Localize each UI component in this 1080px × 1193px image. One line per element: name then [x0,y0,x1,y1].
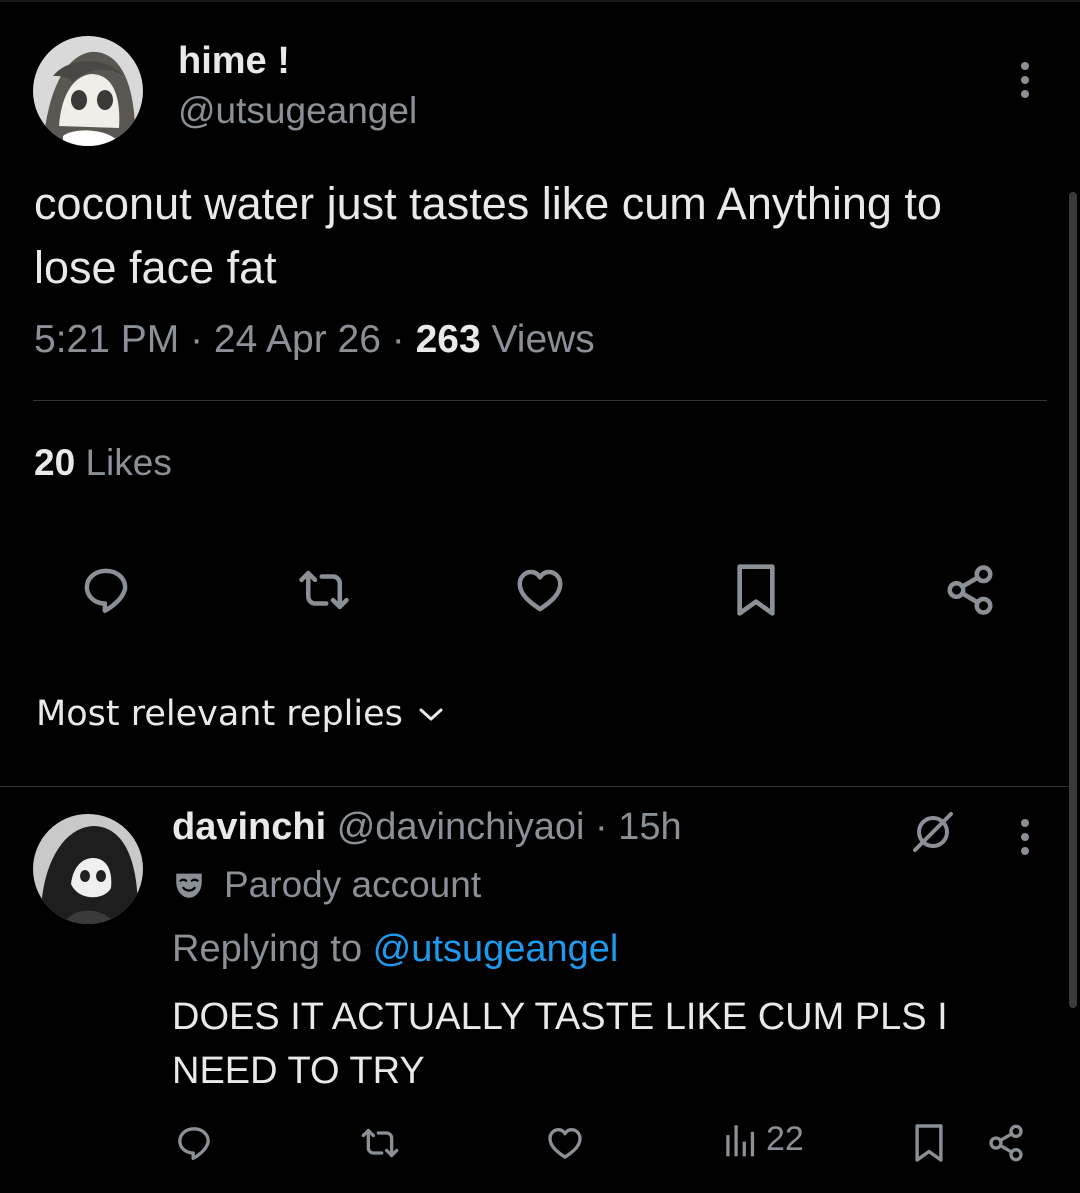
reply-header: davinchi @davinchiyaoi · 15h [172,806,682,849]
meta-separator: · [595,806,619,848]
more-icon[interactable] [1010,55,1040,105]
reply-icon [178,1127,210,1160]
reply-age[interactable]: 15h [618,806,681,848]
divider [33,400,1047,401]
parody-badge: Parody account [172,864,481,906]
reply-views-button[interactable]: 22 [724,1120,804,1159]
author-avatar[interactable] [33,36,143,146]
reply-views-count: 22 [766,1120,804,1158]
author-handle[interactable]: @utsugeangel [178,90,417,132]
tweet-text: coconut water just tastes like cum Anyth… [34,178,942,293]
likes-count: 20 [34,442,76,483]
retweet-icon [299,570,349,610]
replies-sort-dropdown[interactable]: Most relevant replies [36,694,445,734]
share-icon [989,1124,1023,1162]
grok-button[interactable] [908,806,958,858]
like-button[interactable] [510,560,570,620]
meta-separator: · [190,318,214,361]
replies-sort-label: Most relevant replies [36,694,403,734]
replying-handle-link[interactable]: @utsugeangel [373,928,619,970]
reply-text: DOES IT ACTUALLY TASTE LIKE CUM PLS I NE… [172,996,948,1092]
views-label: Views [491,318,595,361]
heart-icon [548,1128,582,1159]
reply-share-button[interactable] [984,1120,1028,1166]
reply-author-name[interactable]: davinchi [172,806,326,848]
tweet-time[interactable]: 5:21 PM [34,318,179,361]
meta-separator: · [391,318,416,361]
share-icon [947,565,993,615]
tweet-meta: 5:21 PM · 24 Apr 26 · 263 Views [34,318,595,362]
reply-reply-button[interactable] [172,1120,216,1166]
scrollbar[interactable] [1069,192,1077,1008]
reply-like-button[interactable] [543,1120,587,1166]
heart-icon [517,569,563,612]
parody-mask-icon [176,873,202,898]
grok-icon [913,812,953,852]
reply-author-handle[interactable]: @davinchiyaoi [337,806,585,848]
reply-button[interactable] [76,560,136,620]
reply-icon [84,568,128,613]
top-rule [0,0,1080,2]
views-icon [726,1124,755,1156]
bookmark-icon [915,1124,943,1162]
replying-prefix: Replying to [172,928,363,970]
retweet-button[interactable] [292,560,356,620]
parody-label: Parody account [224,864,482,905]
reply-author-avatar[interactable] [33,814,143,924]
share-button[interactable] [940,560,1000,620]
bookmark-icon [737,564,775,616]
reply-bookmark-button[interactable] [908,1120,950,1166]
views-count: 263 [415,318,481,361]
more-icon[interactable] [1010,812,1040,862]
chevron-down-icon [419,708,443,721]
reply-retweet-button[interactable] [356,1120,404,1166]
author-name[interactable]: hime ! [178,40,290,83]
retweet-icon [361,1128,399,1158]
tweet-date[interactable]: 24 Apr 26 [214,318,381,361]
likes-label: Likes [85,442,172,483]
replying-to: Replying to @utsugeangel [172,928,618,971]
bookmark-button[interactable] [726,560,786,620]
divider [0,786,1068,787]
likes-stat[interactable]: 20 Likes [34,442,172,484]
